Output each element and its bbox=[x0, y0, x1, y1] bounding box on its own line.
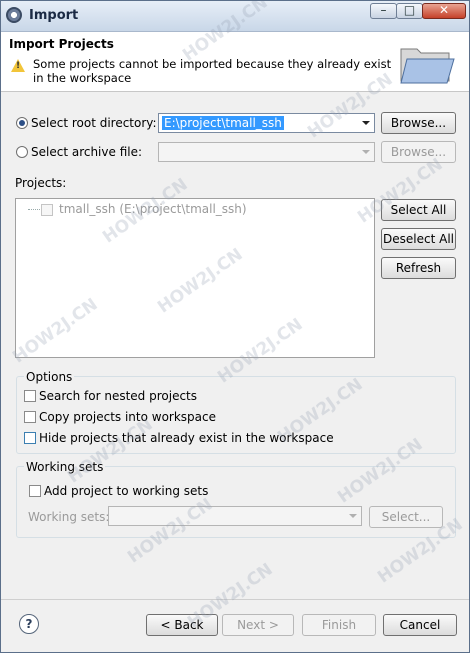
root-directory-radio[interactable] bbox=[16, 117, 28, 129]
search-nested-label: Search for nested projects bbox=[39, 389, 198, 403]
root-directory-label: Select root directory: bbox=[31, 116, 157, 130]
archive-file-label: Select archive file: bbox=[31, 145, 143, 159]
projects-tree[interactable]: tmall_ssh (E:\project\tmall_ssh) bbox=[15, 198, 375, 358]
folder-icon bbox=[400, 48, 455, 84]
add-to-working-sets-label: Add project to working sets bbox=[44, 484, 209, 498]
footer-divider bbox=[1, 599, 469, 600]
maximize-button[interactable]: □ bbox=[396, 3, 423, 19]
minimize-button[interactable]: – bbox=[370, 3, 397, 19]
select-working-sets-button[interactable]: Select... bbox=[369, 506, 443, 528]
chevron-down-icon[interactable] bbox=[362, 121, 370, 125]
finish-button[interactable]: Finish bbox=[302, 614, 376, 636]
chevron-down-icon[interactable] bbox=[349, 514, 357, 518]
back-button[interactable]: < Back bbox=[146, 614, 218, 636]
projects-label: Projects: bbox=[15, 176, 67, 190]
tree-connector bbox=[28, 209, 40, 210]
hide-projects-label: Hide projects that already exist in the … bbox=[39, 431, 334, 445]
copy-projects-checkbox[interactable] bbox=[24, 411, 36, 423]
working-sets-combo[interactable] bbox=[108, 506, 362, 526]
browse-root-button[interactable]: Browse... bbox=[381, 112, 456, 134]
deselect-all-button[interactable]: Deselect All bbox=[381, 228, 456, 250]
project-item-tmall-ssh: tmall_ssh (E:\project\tmall_ssh) bbox=[59, 202, 247, 216]
eclipse-icon bbox=[6, 7, 22, 23]
hide-projects-checkbox[interactable] bbox=[24, 432, 36, 444]
close-button[interactable]: ✕ bbox=[422, 3, 466, 19]
archive-file-combo[interactable] bbox=[158, 142, 375, 162]
header-banner: Import Projects Some projects cannot be … bbox=[1, 32, 469, 92]
help-icon[interactable]: ? bbox=[19, 614, 39, 634]
next-button[interactable]: Next > bbox=[222, 614, 294, 636]
root-directory-combo[interactable]: E:\project\tmall_ssh bbox=[158, 113, 375, 133]
window-title: Import bbox=[29, 8, 79, 23]
select-all-button[interactable]: Select All bbox=[381, 199, 456, 221]
refresh-button[interactable]: Refresh bbox=[381, 257, 456, 279]
options-title: Options bbox=[24, 370, 75, 384]
add-to-working-sets-checkbox[interactable] bbox=[29, 485, 41, 497]
working-sets-label: Working sets: bbox=[28, 510, 110, 524]
search-nested-checkbox[interactable] bbox=[24, 390, 36, 402]
import-dialog: Import – □ ✕ Import Projects Some projec… bbox=[0, 0, 470, 653]
working-sets-title: Working sets bbox=[24, 460, 106, 474]
archive-file-radio[interactable] bbox=[16, 146, 28, 158]
root-directory-value: E:\project\tmall_ssh bbox=[162, 116, 284, 130]
cancel-button[interactable]: Cancel bbox=[383, 614, 457, 636]
copy-projects-label: Copy projects into workspace bbox=[39, 410, 217, 424]
chevron-down-icon[interactable] bbox=[362, 150, 370, 154]
warning-message: Some projects cannot be imported because… bbox=[33, 57, 392, 85]
browse-archive-button[interactable]: Browse... bbox=[381, 141, 456, 163]
project-checkbox[interactable] bbox=[41, 204, 53, 216]
title-bar: Import – □ ✕ bbox=[1, 1, 469, 32]
page-title: Import Projects bbox=[9, 37, 114, 51]
warning-icon bbox=[11, 59, 25, 72]
